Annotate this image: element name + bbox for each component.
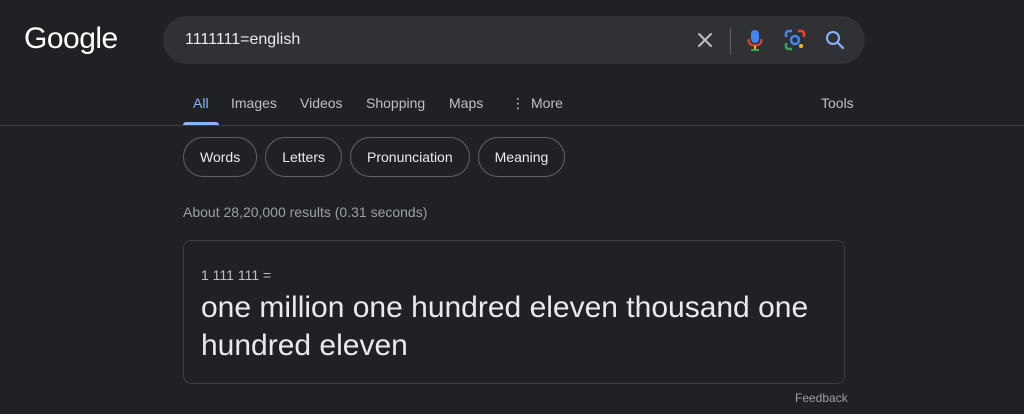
calculator-card: 1 111 111 = one million one hundred elev…: [183, 240, 845, 384]
calculator-result: one million one hundred eleven thousand …: [201, 291, 809, 362]
tab-more[interactable]: ⋮ More: [511, 95, 563, 129]
more-vert-icon: ⋮: [511, 95, 525, 111]
searchbar-divider: [730, 28, 731, 54]
chip-pronunciation[interactable]: Pronunciation: [350, 137, 470, 177]
google-logo[interactable]: Google: [24, 22, 118, 56]
result-stats: About 28,20,000 results (0.31 seconds): [183, 204, 428, 220]
tab-images[interactable]: Images: [231, 95, 277, 129]
calculator-equation: 1 111 111 =: [201, 267, 272, 283]
tab-maps[interactable]: Maps: [449, 95, 483, 129]
search-results-page: Google 1111111=english All Images Videos…: [0, 0, 1024, 414]
tab-more-label: More: [531, 95, 563, 111]
tab-shopping[interactable]: Shopping: [366, 95, 425, 129]
tabs-divider: [0, 125, 1024, 126]
tools-button[interactable]: Tools: [821, 95, 854, 111]
chip-words[interactable]: Words: [183, 137, 258, 177]
search-bar[interactable]: [163, 16, 865, 64]
lens-icon[interactable]: [783, 28, 807, 52]
chip-meaning[interactable]: Meaning: [477, 137, 566, 177]
search-input[interactable]: [185, 16, 665, 64]
chip-letters[interactable]: Letters: [265, 137, 343, 177]
close-icon[interactable]: [693, 28, 717, 52]
refinement-chips: Words Letters Pronunciation Meaning: [183, 137, 566, 177]
search-icon[interactable]: [823, 28, 847, 52]
feedback-link[interactable]: Feedback: [795, 391, 848, 405]
microphone-icon[interactable]: [743, 28, 767, 52]
tab-videos[interactable]: Videos: [300, 95, 343, 129]
